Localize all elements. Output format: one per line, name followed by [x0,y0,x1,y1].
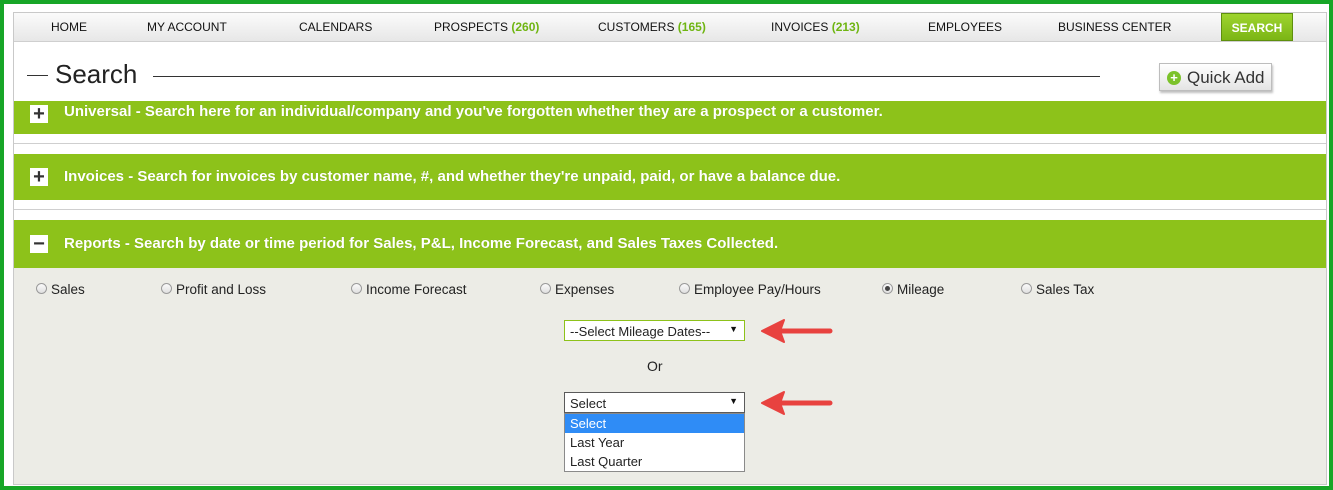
mileage-dates-select-value: --Select Mileage Dates-- [570,324,711,339]
period-options-list: Select Last Year Last Quarter [564,413,745,472]
invoices-section-title: Invoices - Search for invoices by custom… [64,168,841,185]
radio-circle [540,283,551,294]
red-arrow-annotation-icon [761,319,833,343]
quick-add-button[interactable]: + Quick Add [1159,63,1272,91]
option-label: Select [570,416,607,431]
mileage-dates-select[interactable]: --Select Mileage Dates-- ▼ [564,320,745,341]
reports-panel: Sales Profit and Loss Income Forecast Ex… [14,268,1326,484]
period-select[interactable]: Select ▼ [564,392,745,413]
page-title: Search [55,59,138,89]
nav-prospects[interactable]: PROSPECTS (260) [434,20,539,34]
option-label: Last Year [570,435,625,450]
nav-invoices-label: INVOICES [771,20,829,34]
universal-section-title: Universal - Search here for an individua… [64,103,883,120]
radio-circle [161,283,172,294]
expand-plus-icon: + [30,104,48,124]
expand-plus-icon: + [30,167,48,187]
app-window: HOME MY ACCOUNT CALENDARS PROSPECTS (260… [13,12,1327,485]
nav-my-account[interactable]: MY ACCOUNT [147,20,227,34]
dropdown-arrow-icon: ▼ [729,324,738,334]
nav-customers[interactable]: CUSTOMERS (165) [598,20,706,34]
collapse-minus-icon: − [30,234,48,254]
screenshot-frame: HOME MY ACCOUNT CALENDARS PROSPECTS (260… [0,0,1333,490]
section-divider [14,143,1326,144]
radio-circle [36,283,47,294]
customers-count-badge: (165) [677,20,706,34]
nav-home[interactable]: HOME [51,20,87,34]
title-rule [153,76,1100,77]
red-arrow-annotation-icon [761,391,833,415]
radio-label: Sales Tax [1036,282,1095,297]
radio-circle [1021,283,1032,294]
period-option-last-year[interactable]: Last Year [565,433,744,452]
universal-section-header[interactable]: + Universal - Search here for an individ… [14,101,1326,134]
invoices-count-badge: (213) [831,20,860,34]
nav-customers-label: CUSTOMERS [598,20,675,34]
radio-label: Profit and Loss [176,282,267,297]
or-label: Or [647,358,663,374]
nav-business-center[interactable]: BUSINESS CENTER [1058,20,1171,34]
option-label: Last Quarter [570,454,643,469]
section-divider [14,209,1326,210]
quick-add-label: Quick Add [1187,68,1265,87]
nav-invoices[interactable]: INVOICES (213) [771,20,860,34]
invoices-section-header[interactable]: + Invoices - Search for invoices by cust… [14,154,1326,200]
plus-circle-icon: + [1167,71,1181,85]
period-option-last-quarter[interactable]: Last Quarter [565,452,744,471]
top-nav: HOME MY ACCOUNT CALENDARS PROSPECTS (260… [14,13,1326,42]
radio-label: Mileage [897,282,945,297]
radio-label: Expenses [555,282,615,297]
nav-calendars[interactable]: CALENDARS [299,20,372,34]
period-select-value: Select [570,396,607,411]
dropdown-arrow-icon: ▼ [729,396,738,406]
radio-label: Income Forecast [366,282,467,297]
nav-employees[interactable]: EMPLOYEES [928,20,1002,34]
period-option-select[interactable]: Select [565,414,744,433]
radio-circle [882,283,893,294]
title-dash [27,75,48,76]
reports-section-header[interactable]: − Reports - Search by date or time perio… [14,220,1326,268]
radio-circle [351,283,362,294]
nav-search-tab[interactable]: SEARCH [1221,13,1293,41]
radio-label: Employee Pay/Hours [694,282,821,297]
prospects-count-badge: (260) [511,20,540,34]
radio-circle [679,283,690,294]
radio-label: Sales [51,282,85,297]
reports-section-title: Reports - Search by date or time period … [64,235,779,252]
nav-prospects-label: PROSPECTS [434,20,509,34]
